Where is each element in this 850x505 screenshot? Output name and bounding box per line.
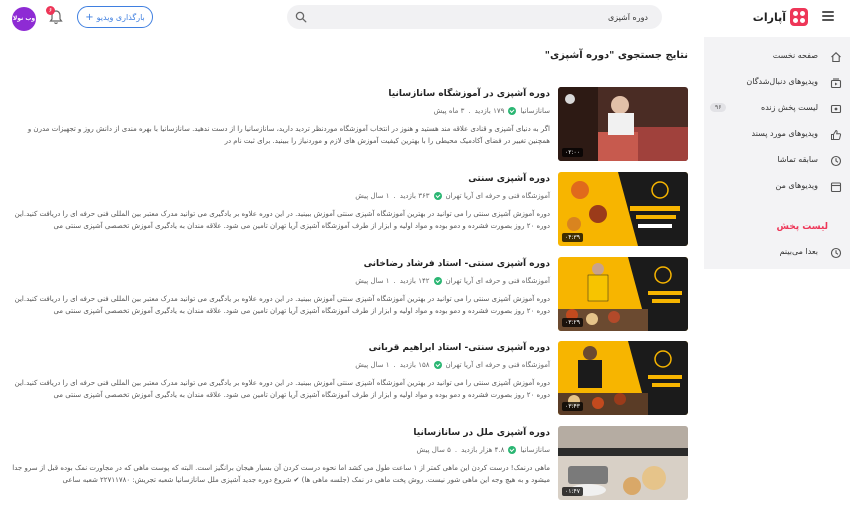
video-duration: ۰۳:۴۳ bbox=[562, 402, 583, 411]
video-title[interactable]: دوره آشپزی ملل در سانازسانیا bbox=[413, 428, 550, 438]
view-count: ۳۶۳ بازدید bbox=[399, 192, 430, 200]
video-duration: ۰۲:۰۰ bbox=[562, 148, 583, 157]
my-videos-icon bbox=[830, 182, 842, 193]
video-description: دوره آموزش آشپزی سنتی را می توانید در به… bbox=[14, 379, 550, 399]
video-duration: ۰۱:۴۷ bbox=[562, 487, 583, 496]
sidebar-item-home[interactable]: صفحه نخست bbox=[704, 45, 850, 69]
verified-icon bbox=[508, 446, 517, 454]
logo-text: آپارات bbox=[752, 10, 786, 24]
video-duration: ۰۳:۲۹ bbox=[562, 318, 583, 327]
channel-name[interactable]: سانازسانیا bbox=[520, 446, 550, 454]
separator: . bbox=[393, 277, 396, 285]
verified-icon bbox=[433, 361, 442, 369]
aparat-logo[interactable]: آپارات bbox=[753, 8, 808, 26]
sidebar-item-live[interactable]: لیست پخش زنده ۹۶ bbox=[704, 97, 850, 121]
video-thumbnail[interactable]: ۰۳:۴۳ bbox=[558, 341, 688, 415]
video-thumbnail[interactable]: ۰۱:۴۷ bbox=[558, 426, 688, 500]
sidebar-item-label: ویدیوهای من bbox=[775, 181, 818, 190]
upload-age: ۱ سال پیش bbox=[355, 277, 390, 285]
live-icon bbox=[830, 104, 842, 114]
channel-name[interactable]: سانازسانیا bbox=[520, 107, 550, 115]
video-meta: سانازسانیا ۱۷۹ بازدید . ۳ ماه پیش bbox=[434, 107, 550, 115]
sidebar-item-watch-later[interactable]: بعدا می‌بینم bbox=[704, 241, 850, 265]
notification-badge: ۶ bbox=[46, 6, 55, 15]
sidebar-item-my-videos[interactable]: ویدیوهای من bbox=[704, 175, 850, 199]
result-item[interactable]: ۰۳:۲۹ دوره آشپزی سنتی- استاد فرشاد رضاخا… bbox=[8, 257, 688, 333]
sidebar-item-label: صفحه نخست bbox=[772, 51, 818, 60]
video-meta: آموزشگاه فنی و حرفه ای آریا تهران ۱۵۸ با… bbox=[355, 361, 550, 369]
channel-name[interactable]: آموزشگاه فنی و حرفه ای آریا تهران bbox=[446, 192, 551, 200]
video-title[interactable]: دوره آشپزی سنتی bbox=[468, 174, 550, 184]
view-count: ۱۴۲ بازدید bbox=[399, 277, 430, 285]
sidebar-item-label: بعدا می‌بینم bbox=[779, 247, 818, 256]
upload-age: ۳ ماه پیش bbox=[433, 107, 465, 115]
verified-icon bbox=[508, 107, 517, 115]
view-count: ۱۷۹ بازدید bbox=[474, 107, 505, 115]
sidebar-item-label: ویدیوهای دنبال‌شدگان bbox=[746, 77, 818, 86]
video-thumbnail[interactable]: ۰۲:۰۰ bbox=[558, 87, 688, 161]
like-icon bbox=[831, 129, 842, 140]
result-item[interactable]: ۰۴:۳۹ دوره آشپزی سنتی آموزشگاه فنی و حرف… bbox=[8, 172, 688, 248]
upload-age: ۵ سال پیش bbox=[416, 446, 451, 454]
result-item[interactable]: ۰۱:۴۷ دوره آشپزی ملل در سانازسانیا ساناز… bbox=[8, 426, 688, 502]
video-meta: آموزشگاه فنی و حرفه ای آریا تهران ۱۴۲ با… bbox=[355, 277, 550, 285]
result-item[interactable]: ۰۳:۴۳ دوره آشپزی سنتی- استاد ابراهیم قرب… bbox=[8, 341, 688, 417]
channel-name[interactable]: آموزشگاه فنی و حرفه ای آریا تهران bbox=[446, 361, 551, 369]
upload-label: بارگذاری ویدیو bbox=[96, 12, 145, 22]
sidebar-item-label: سابقه تماشا bbox=[777, 155, 818, 164]
sidebar-item-label: لیست پخش زنده bbox=[761, 103, 818, 112]
separator: . bbox=[468, 107, 471, 115]
home-icon bbox=[831, 52, 841, 63]
upload-age: ۱ سال پیش bbox=[355, 192, 390, 200]
plus-icon: + bbox=[85, 11, 94, 23]
video-description: دوره آموزش آشپزی سنتی را می توانید در به… bbox=[14, 295, 550, 315]
video-description: ماهی درنمک! درست کردن این ماهی کمتر از ۱… bbox=[12, 464, 550, 484]
upload-age: ۱ سال پیش bbox=[355, 361, 390, 369]
result-item[interactable]: ۰۲:۰۰ دوره آشپزی در آموزشگاه سانازسانیا … bbox=[8, 87, 688, 163]
avatar[interactable]: وب نولا bbox=[12, 7, 36, 31]
video-title[interactable]: دوره آشپزی سنتی- استاد فرشاد رضاخانی bbox=[364, 259, 550, 269]
separator: . bbox=[393, 192, 396, 200]
video-thumbnail[interactable]: ۰۳:۲۹ bbox=[558, 257, 688, 331]
sidebar-item-label: ویدیوهای مورد پسند bbox=[751, 129, 818, 138]
sidebar: صفحه نخست ویدیوهای دنبال‌شدگان لیست پخش … bbox=[704, 37, 850, 269]
video-meta: سانازسانیا ۴.۸ هزار بازدید . ۵ سال پیش bbox=[417, 446, 550, 454]
video-title[interactable]: دوره آشپزی در آموزشگاه سانازسانیا bbox=[388, 89, 550, 99]
search-icon[interactable] bbox=[295, 11, 307, 23]
video-description: دوره آموزش آشپزی سنتی را می توانید در به… bbox=[14, 210, 550, 230]
video-thumbnail[interactable]: ۰۴:۳۹ bbox=[558, 172, 688, 246]
hamburger-menu-icon[interactable] bbox=[822, 11, 834, 21]
video-description: اگر به دنیای آشپزی و قنادی علاقه مند هست… bbox=[27, 125, 550, 145]
verified-icon bbox=[433, 192, 442, 200]
video-meta: آموزشگاه فنی و حرفه ای آریا تهران ۳۶۳ با… bbox=[355, 192, 550, 200]
aparat-logo-mark-icon bbox=[790, 8, 808, 26]
subscriptions-icon bbox=[830, 78, 842, 89]
view-count: ۴.۸ هزار بازدید bbox=[461, 446, 505, 454]
top-header: آپارات بارگذاری ویدیو + ۶ وب نولا bbox=[0, 0, 850, 36]
video-title[interactable]: دوره آشپزی سنتی- استاد ابراهیم قربانی bbox=[369, 343, 550, 353]
verified-icon bbox=[433, 277, 442, 285]
upload-video-button[interactable]: بارگذاری ویدیو + bbox=[77, 6, 153, 28]
live-count-badge: ۹۶ bbox=[710, 103, 727, 112]
sidebar-item-history[interactable]: سابقه تماشا bbox=[704, 149, 850, 173]
clock-icon bbox=[830, 247, 842, 259]
playlist-heading: لیست پخش bbox=[776, 222, 828, 232]
video-duration: ۰۴:۳۹ bbox=[562, 233, 583, 242]
search-bar[interactable] bbox=[287, 5, 662, 29]
channel-name[interactable]: آموزشگاه فنی و حرفه ای آریا تهران bbox=[446, 277, 551, 285]
separator: . bbox=[454, 446, 458, 454]
results-title: نتایج جستجوی "دوره آشپزی" bbox=[544, 50, 688, 61]
view-count: ۱۵۸ بازدید bbox=[399, 361, 430, 369]
sidebar-item-liked[interactable]: ویدیوهای مورد پسند bbox=[704, 123, 850, 147]
search-input[interactable] bbox=[328, 9, 648, 25]
history-icon bbox=[830, 155, 842, 167]
separator: . bbox=[393, 361, 396, 369]
sidebar-item-subscriptions[interactable]: ویدیوهای دنبال‌شدگان bbox=[704, 71, 850, 95]
